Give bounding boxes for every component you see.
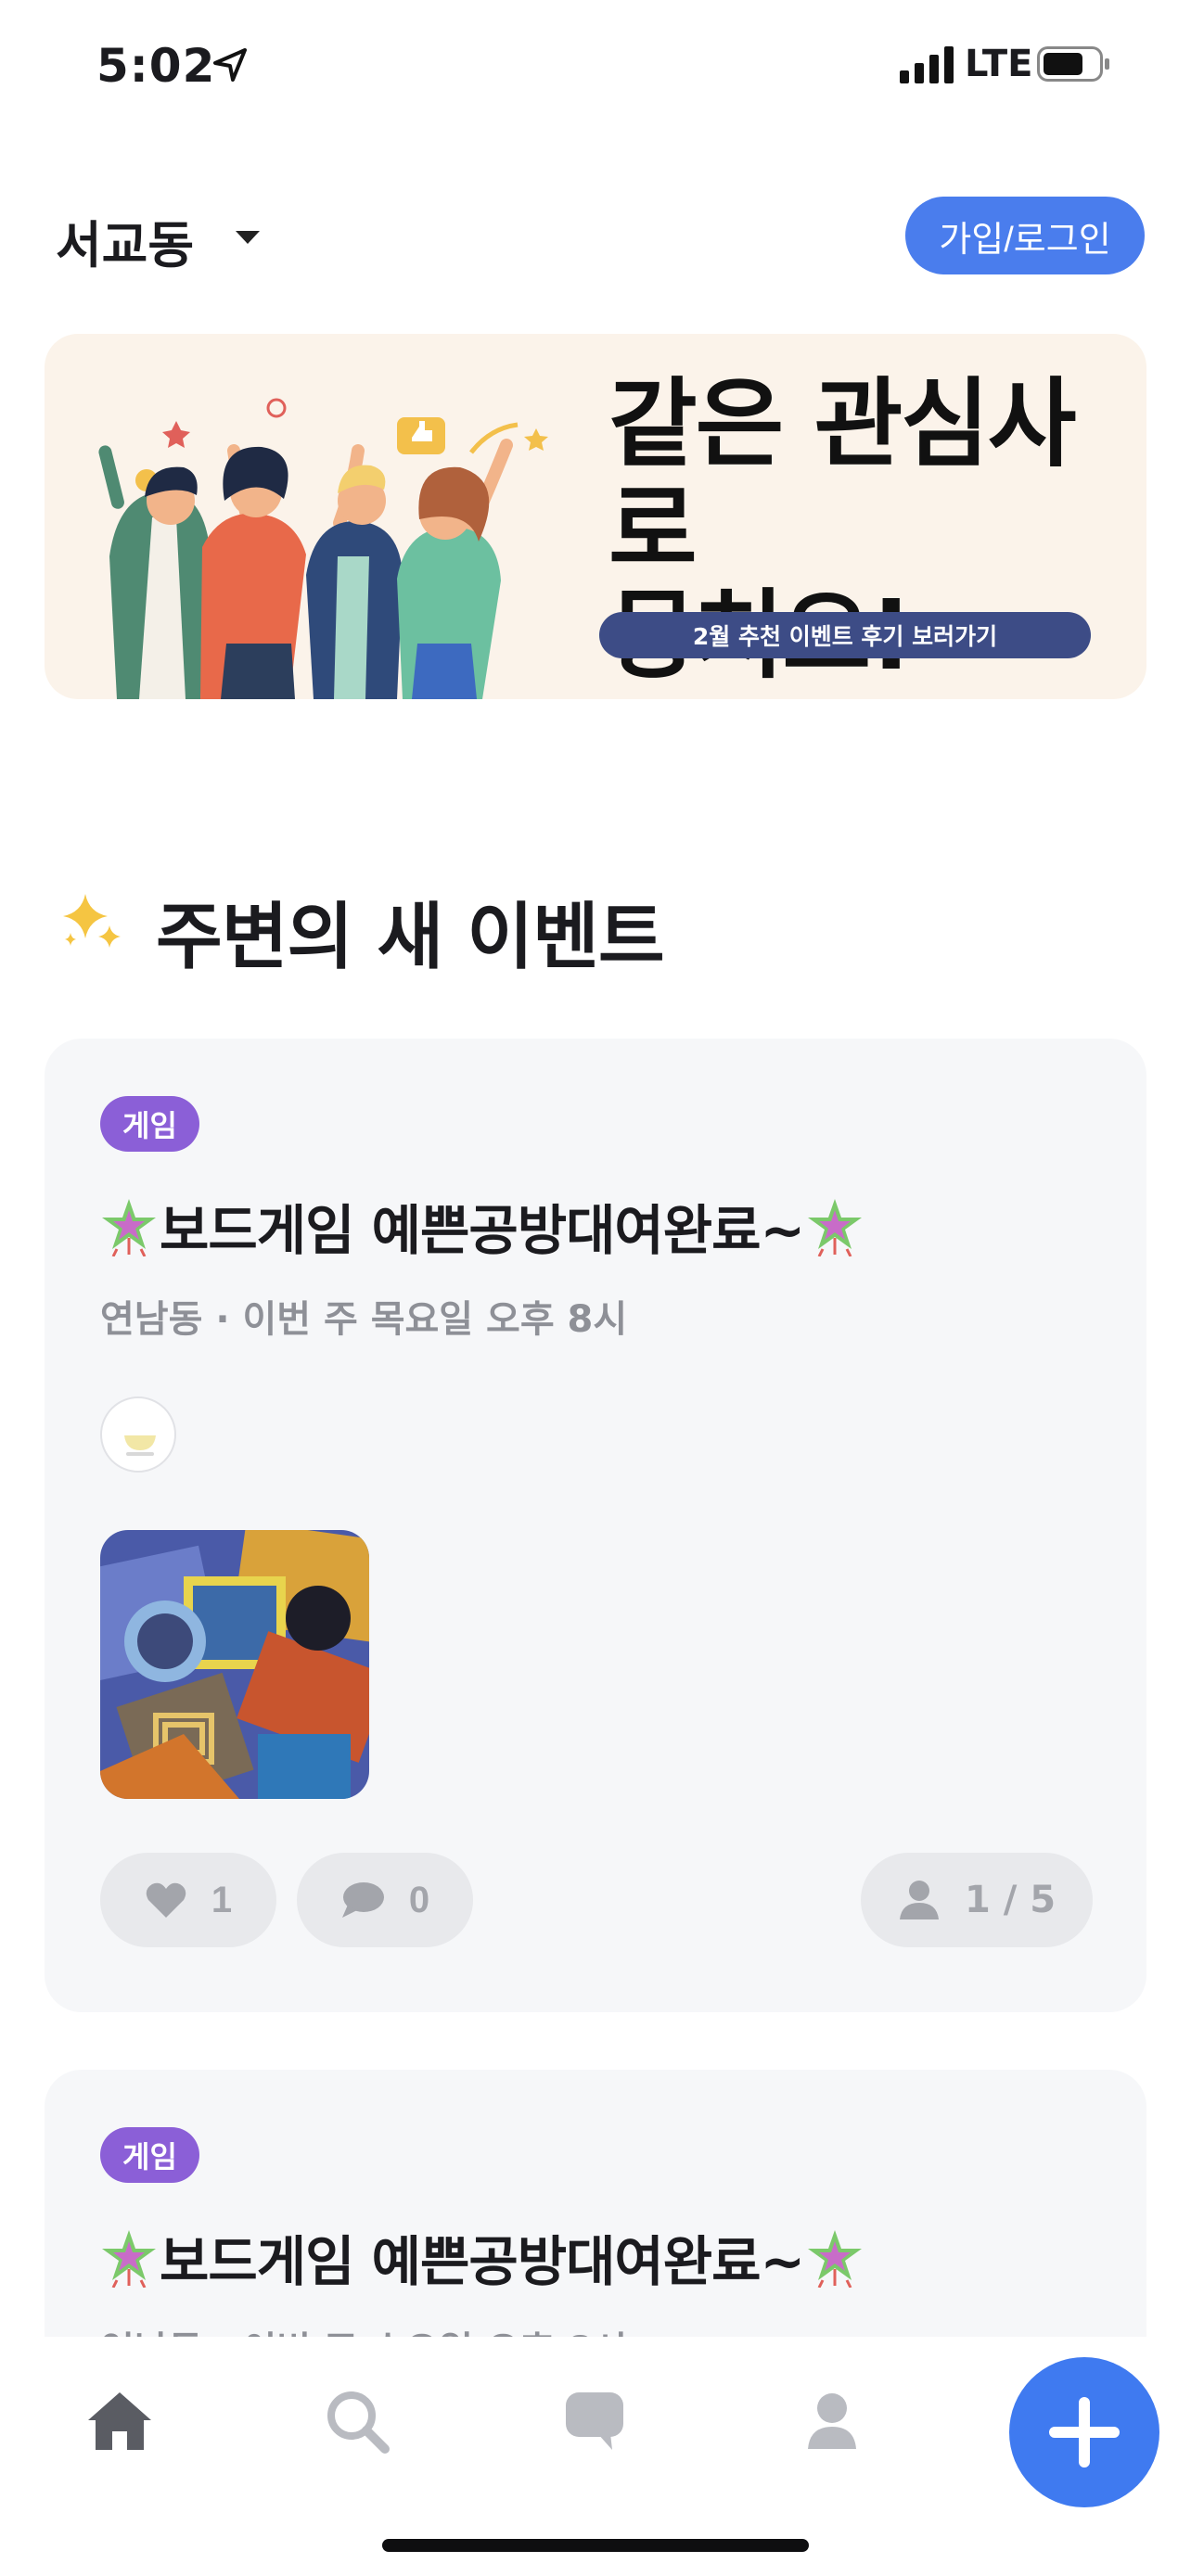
search-icon (327, 2391, 390, 2454)
section-title: 주변의 새 이벤트 (156, 896, 665, 979)
top-header: 서교동 가입/로그인 (0, 185, 1191, 287)
home-icon (88, 2392, 151, 2450)
tab-chat[interactable] (553, 2379, 636, 2463)
chat-icon (566, 2392, 623, 2450)
event-title: 보드게임 예쁜공방대여완료~ (98, 2218, 865, 2296)
caret-down-icon[interactable] (234, 228, 262, 247)
event-title: 보드게임 예쁜공방대여완료~ (98, 1187, 865, 1265)
person-icon (899, 1881, 939, 1919)
banner-cta-button[interactable]: 2월 추천 이벤트 후기 보러가기 (599, 612, 1091, 658)
event-title-text: 보드게임 예쁜공방대여완료~ (160, 1199, 805, 1262)
host-avatar[interactable] (100, 1396, 176, 1473)
participant-count: 1 / 5 (964, 1879, 1057, 1921)
comment-count: 0 (408, 1879, 430, 1920)
status-bar: 5:02 LTE (0, 0, 1191, 139)
tab-profile[interactable] (790, 2379, 874, 2463)
like-button[interactable]: 1 (100, 1853, 276, 1947)
create-event-button[interactable] (1009, 2357, 1159, 2507)
pinata-icon (102, 2230, 156, 2288)
promo-banner[interactable]: 같은 관심사로 뭉쳐요! 2월 추천 이벤트 후기 보러가기 (45, 334, 1146, 699)
event-title-text: 보드게임 예쁜공방대여완료~ (160, 2230, 805, 2293)
comment-button[interactable]: 0 (297, 1853, 473, 1947)
crowd-illustration (98, 398, 548, 699)
pinata-icon (102, 1199, 156, 1256)
sparkle-icon (63, 894, 121, 948)
plus-icon (1049, 2397, 1120, 2468)
battery-icon (1037, 46, 1109, 82)
event-location-time: 연남동 · 이번 주 목요일 오후 8시 (100, 1298, 628, 1341)
tab-home[interactable] (78, 2379, 161, 2463)
region-selector[interactable]: 서교동 (56, 204, 194, 277)
signup-login-button[interactable]: 가입/로그인 (905, 197, 1145, 274)
event-thumbnail[interactable] (100, 1530, 369, 1799)
pinata-icon (808, 2230, 863, 2288)
profile-icon (808, 2393, 856, 2449)
like-count: 1 (211, 1879, 233, 1920)
comment-icon (341, 1882, 384, 1918)
heart-icon (146, 1882, 186, 1918)
network-type: LTE (965, 43, 1033, 85)
category-badge: 게임 (100, 2127, 199, 2183)
tab-search[interactable] (315, 2379, 399, 2463)
participants-indicator: 1 / 5 (861, 1853, 1093, 1947)
home-indicator (382, 2539, 809, 2552)
event-card[interactable]: 게임 보드게임 예쁜공방대여완료~ 연남동 · 이번 주 목요일 오후 8시 1… (45, 1039, 1146, 2012)
cellular-signal-icon (900, 46, 954, 83)
category-badge: 게임 (100, 1096, 199, 1152)
pinata-icon (808, 1199, 863, 1256)
status-time: 5:02 (96, 39, 216, 93)
location-arrow-icon (213, 48, 247, 82)
cup-icon (124, 1435, 156, 1456)
